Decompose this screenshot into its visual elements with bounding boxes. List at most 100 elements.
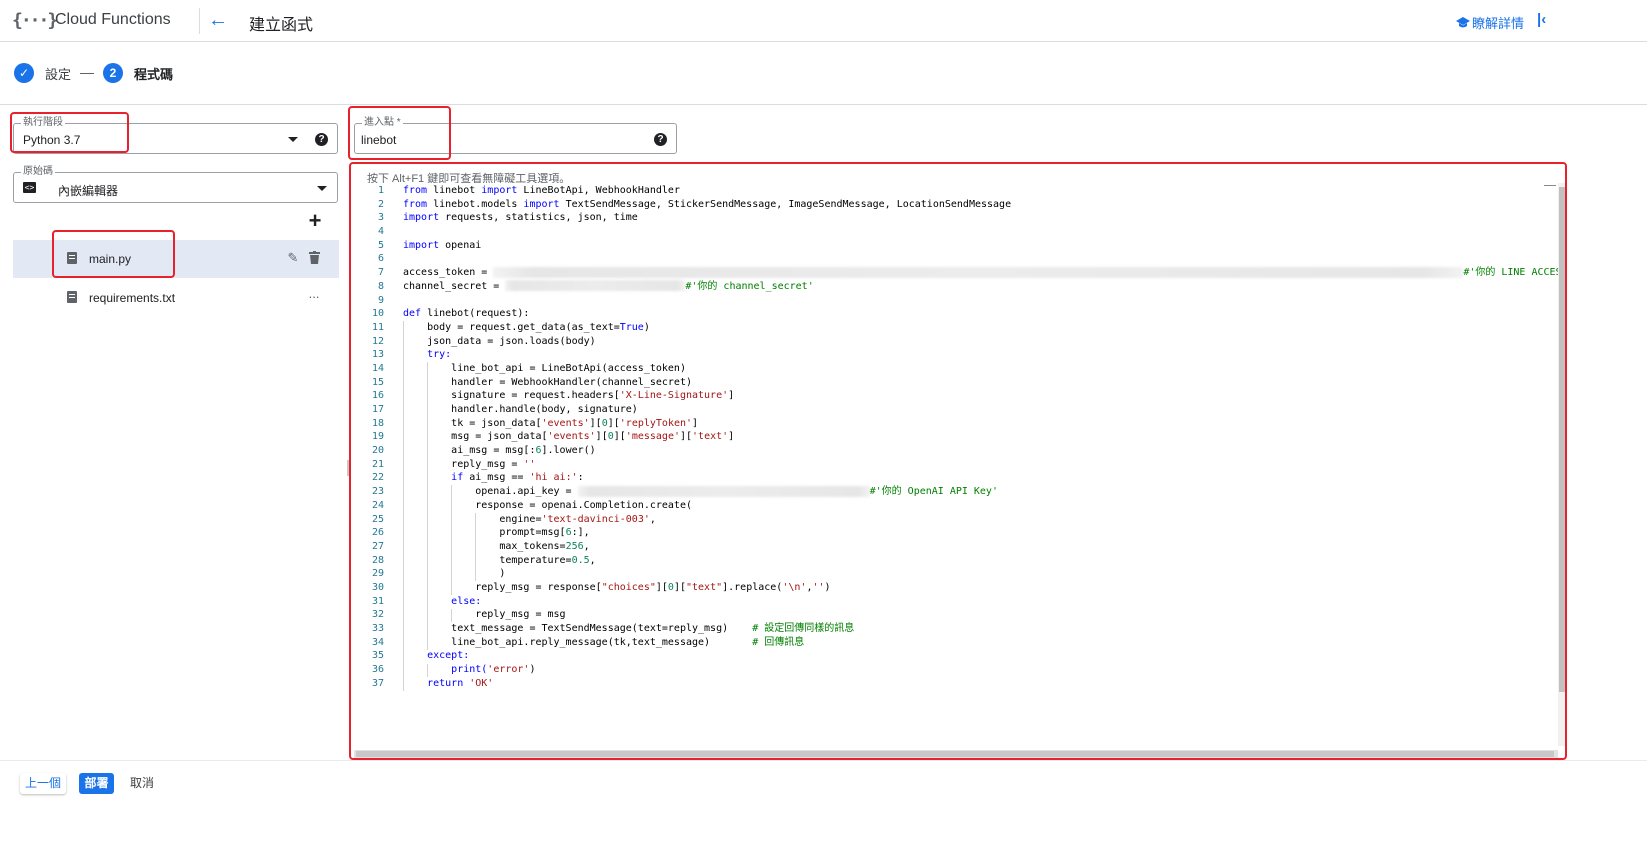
scroll-thumb[interactable] <box>1559 187 1565 692</box>
line-number: 3 <box>377 212 384 224</box>
add-file-icon[interactable]: + <box>306 210 324 232</box>
line-number: 14 <box>371 362 384 374</box>
step-2-badge: 2 <box>103 63 124 83</box>
line-number: 27 <box>371 540 384 552</box>
inline-editor-icon: <> <box>23 182 36 193</box>
code-line-16: signature = request.headers['X-Line-Sign… <box>451 390 735 402</box>
delete-trash-icon[interactable] <box>307 251 321 265</box>
source-dropdown-arrow-icon[interactable] <box>317 186 327 191</box>
line-number: 5 <box>377 239 384 251</box>
indent-guide <box>427 362 429 650</box>
line-number: 9 <box>377 294 384 306</box>
entry-point-field[interactable]: 進入點 * linebot ? <box>354 117 677 154</box>
deploy-button[interactable]: 部署 <box>79 773 114 794</box>
line-number: 18 <box>371 417 384 429</box>
editor-vertical-scrollbar[interactable] <box>1558 183 1566 746</box>
code-line-15: handler = WebhookHandler(channel_secret) <box>451 376 692 388</box>
line-number: 7 <box>377 267 384 279</box>
code-line-10: def linebot(request): <box>403 308 530 320</box>
edit-pencil-icon[interactable]: ✎ <box>286 251 300 265</box>
line-number: 15 <box>371 376 384 388</box>
code-line-11: body = request.get_data(as_text=True) <box>427 321 650 333</box>
code-line-32: reply_msg = msg <box>475 609 566 621</box>
step-complete-check-icon[interactable]: ✓ <box>14 63 34 83</box>
overview-ruler-marker <box>1544 185 1556 186</box>
code-line-22: if ai_msg == 'hi ai:': <box>451 472 584 484</box>
code-line-35: except: <box>427 650 470 662</box>
collapse-panel-icon[interactable]: |‹ <box>1537 9 1557 31</box>
line-number: 6 <box>377 253 384 265</box>
line-number: 37 <box>371 677 384 689</box>
code-line-25: engine='text-davinci-003', <box>499 513 656 525</box>
file-name: main.py <box>89 252 132 266</box>
code-line-24: response = openai.Completion.create( <box>475 499 692 511</box>
redacted-secret <box>505 280 686 292</box>
line-number-gutter: 1 2 3 4 5 6 7 8 9 10 11 12 13 14 15 16 17 18 19 20 21 22 23 24 2… <box>354 184 384 690</box>
line-number: 22 <box>371 472 384 484</box>
indent-guide <box>403 321 404 691</box>
runtime-help-icon[interactable]: ? <box>315 133 328 146</box>
line-number: 23 <box>371 486 384 498</box>
source-label: 原始碼 <box>21 166 55 178</box>
line-number: 19 <box>371 431 384 443</box>
indent-guide <box>451 485 453 595</box>
learn-more-link[interactable]: 瞭解詳情 <box>1456 13 1524 32</box>
step-settings-label[interactable]: 設定 <box>45 64 71 83</box>
entry-point-help-icon[interactable]: ? <box>654 133 667 146</box>
runtime-dropdown-arrow-icon[interactable] <box>288 137 298 142</box>
code-line-17: handler.handle(body, signature) <box>451 404 638 415</box>
code-editor[interactable]: 1 2 3 4 5 6 7 8 9 10 11 12 13 14 15 16 17 18 19 20 21 22 23 24 2… <box>354 183 1558 746</box>
line-number: 29 <box>371 568 384 580</box>
indent-guide <box>475 512 477 582</box>
source-select[interactable]: 原始碼 <> 內嵌編輯器 <box>13 166 338 203</box>
line-number: 26 <box>371 527 384 539</box>
line-number: 11 <box>371 321 384 333</box>
redacted-api-key <box>577 485 870 497</box>
more-options-icon[interactable]: ... <box>307 287 321 301</box>
code-line-3: import requests, statistics, json, time <box>403 212 638 224</box>
line-number: 31 <box>371 595 384 607</box>
runtime-select[interactable]: 執行階段 Python 3.7 ? <box>13 117 338 154</box>
panel-resize-handle[interactable] <box>347 460 350 476</box>
cancel-button[interactable]: 取消 <box>124 773 160 794</box>
learn-more-label: 瞭解詳情 <box>1472 16 1525 31</box>
back-arrow-icon[interactable]: ← <box>206 9 230 33</box>
line-number: 17 <box>371 404 384 415</box>
code-line-1: from linebot import LineBotApi, WebhookH… <box>403 185 680 196</box>
previous-button[interactable]: 上一個 <box>20 773 66 794</box>
code-line-36: print('error') <box>451 664 536 676</box>
line-number: 33 <box>371 623 384 634</box>
code-line-5: import openai <box>403 239 482 251</box>
line-number: 16 <box>371 390 384 402</box>
code-line-31: else: <box>451 595 482 607</box>
code-line-2: from linebot.models import TextSendMessa… <box>403 198 1012 210</box>
line-number: 30 <box>371 581 384 593</box>
file-row-main-py[interactable]: main.py ✎ <box>13 240 339 278</box>
code-content[interactable]: from linebot import LineBotApi, WebhookH… <box>403 184 1558 690</box>
redacted-token <box>493 266 1464 278</box>
line-number: 28 <box>371 554 384 566</box>
line-number: 8 <box>377 280 384 292</box>
code-line-12: json_data = json.loads(body) <box>427 335 596 347</box>
top-app-bar: {···} Cloud Functions ← 建立函式 瞭解詳情 |‹ <box>0 0 1647 42</box>
line-number: 13 <box>371 349 384 361</box>
line-number: 35 <box>371 650 384 662</box>
line-number: 12 <box>371 335 384 347</box>
file-row-requirements-txt[interactable]: requirements.txt ... <box>13 279 339 317</box>
line-number: 25 <box>371 513 384 525</box>
code-line-30: reply_msg = response["choices"][0]["text… <box>475 581 831 593</box>
line-number: 36 <box>371 664 384 676</box>
page-title: 建立函式 <box>249 17 314 34</box>
entry-point-input[interactable]: linebot <box>361 133 396 147</box>
scroll-thumb[interactable] <box>356 751 1554 757</box>
code-line-28: temperature=0.5, <box>499 554 596 566</box>
indent-guide <box>451 608 453 623</box>
graduation-cap-icon <box>1456 16 1470 27</box>
header-divider <box>199 8 200 34</box>
runtime-label: 執行階段 <box>21 117 65 129</box>
editor-horizontal-scrollbar[interactable] <box>354 750 1558 758</box>
line-number: 32 <box>371 609 384 621</box>
code-line-29: ) <box>499 568 506 580</box>
